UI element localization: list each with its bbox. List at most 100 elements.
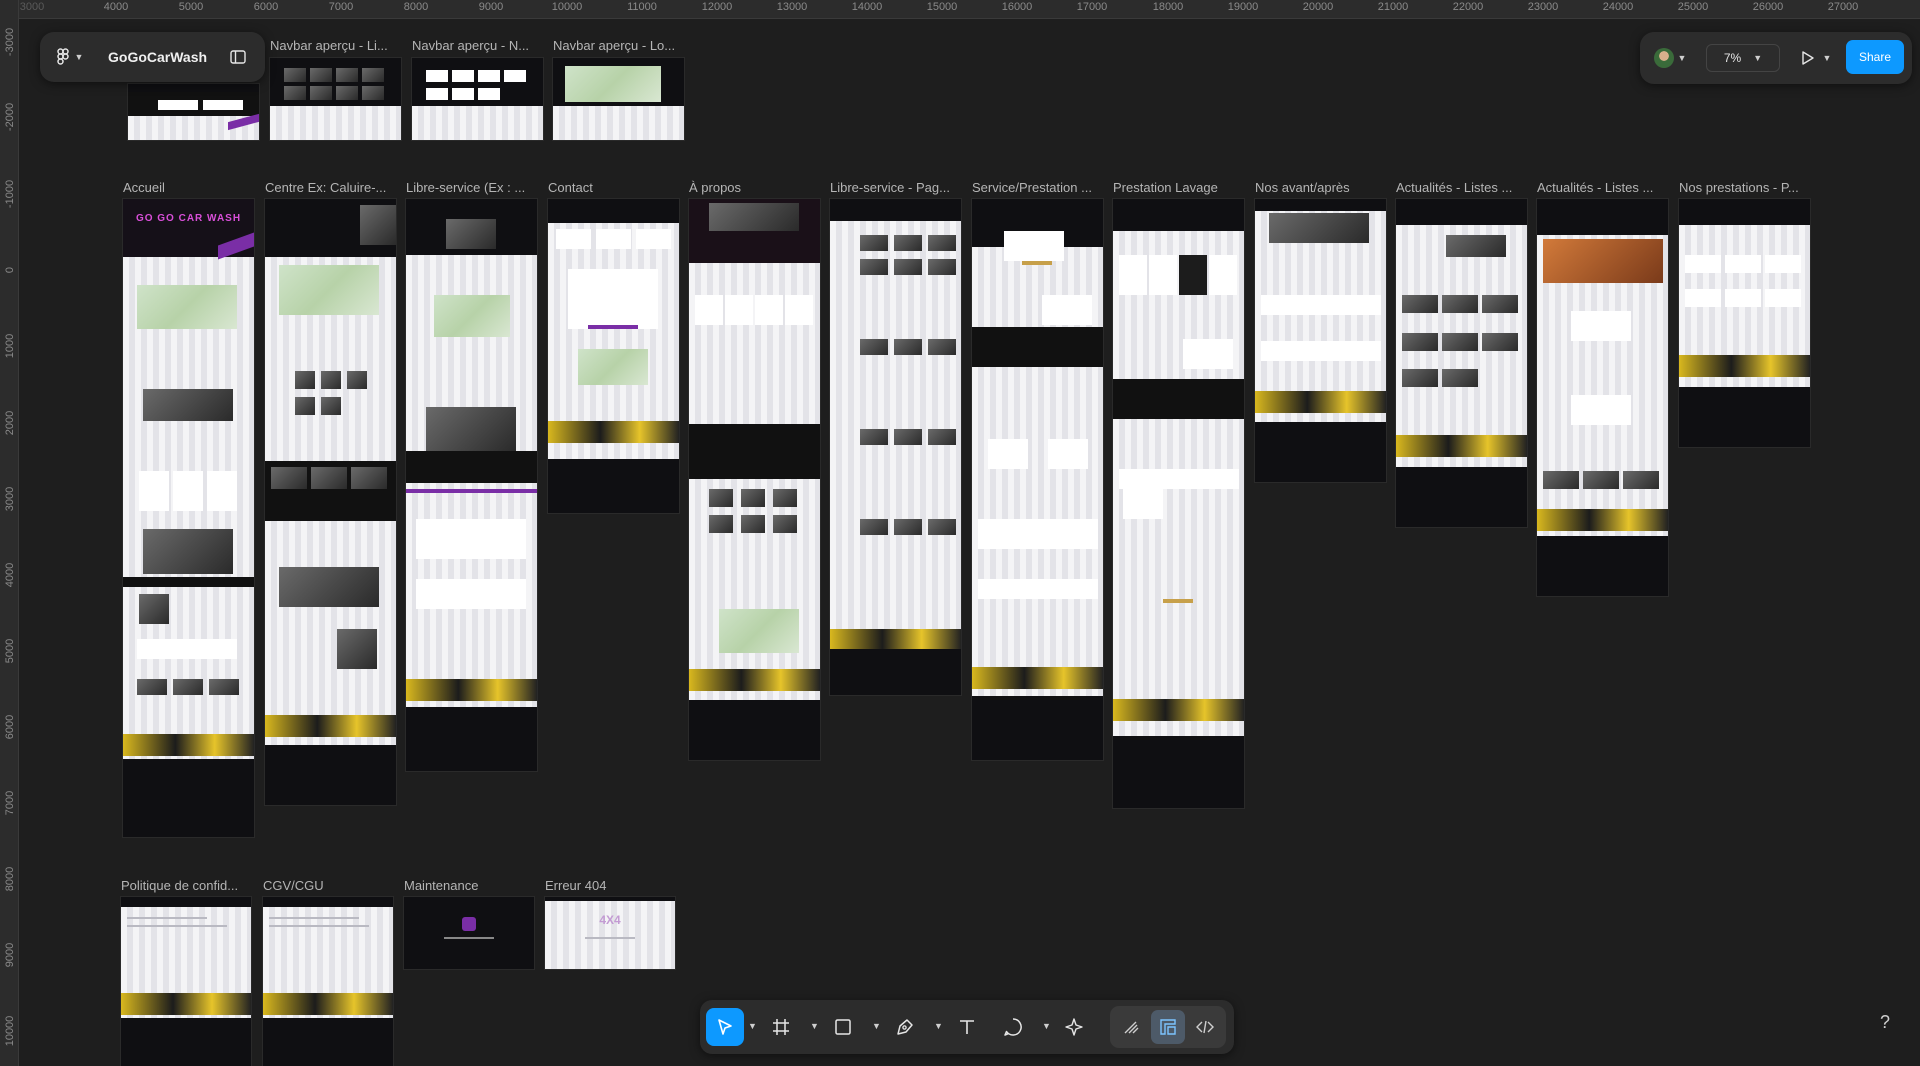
frame-label-nav3[interactable]: Navbar aperçu - Lo... xyxy=(553,38,693,53)
frame-label-accueil[interactable]: Accueil xyxy=(123,180,253,195)
ruler-label: 7000 xyxy=(328,1,354,13)
rectangle-icon xyxy=(835,1019,851,1035)
file-panel: ▼ GoGoCarWash xyxy=(40,32,265,82)
right-top-panel: ▼ 7% ▼ ▼ Share xyxy=(1640,32,1912,84)
frame-label-cgv[interactable]: CGV/CGU xyxy=(263,878,393,893)
frame-label-maintenance[interactable]: Maintenance xyxy=(404,878,534,893)
top-ruler: 3000 4000 5000 6000 7000 8000 9000 10000… xyxy=(0,0,1920,19)
chevron-down-icon: ▼ xyxy=(74,52,84,62)
ruler-label: 17000 xyxy=(1076,1,1108,13)
frame-maintenance[interactable] xyxy=(404,897,534,969)
ruler-label: 1000 xyxy=(4,333,16,359)
ruler-label: 5000 xyxy=(178,1,204,13)
ruler-label: 4000 xyxy=(103,1,129,13)
ruler-label: -3000 xyxy=(4,27,16,57)
frame-centre[interactable] xyxy=(265,199,396,805)
frame-label-actu1[interactable]: Actualités - Listes ... xyxy=(1396,180,1526,195)
frame-tool-button[interactable] xyxy=(762,1008,800,1046)
frame-accueil[interactable]: GO GO CAR WASH xyxy=(123,199,254,837)
frame-politique[interactable] xyxy=(121,897,251,1066)
frame-icon xyxy=(773,1019,789,1035)
ruler-label: 3000 xyxy=(19,1,45,13)
user-avatar-button[interactable]: ▼ xyxy=(1650,46,1690,70)
frame-label-nav1[interactable]: Navbar aperçu - Li... xyxy=(270,38,410,53)
move-tool-button[interactable] xyxy=(706,1008,744,1046)
frame-apropos[interactable] xyxy=(689,199,820,760)
frame-nos-prestations[interactable] xyxy=(1679,199,1810,447)
help-icon[interactable]: ? xyxy=(1880,1012,1890,1033)
ruler-label: 22000 xyxy=(1452,1,1484,13)
chevron-down-icon[interactable]: ▼ xyxy=(872,1021,881,1031)
ruler-label: 12000 xyxy=(701,1,733,13)
chevron-down-icon: ▼ xyxy=(1677,53,1687,63)
frame-navbar-preview-2[interactable] xyxy=(412,58,543,140)
ruler-label: 14000 xyxy=(851,1,883,13)
draw-mode-icon xyxy=(1124,1021,1139,1034)
ruler-label: 23000 xyxy=(1527,1,1559,13)
frame-label-politique[interactable]: Politique de confid... xyxy=(121,878,251,893)
frame-label-nav2[interactable]: Navbar aperçu - N... xyxy=(412,38,552,53)
frame-label-presta[interactable]: Nos prestations - P... xyxy=(1679,180,1809,195)
frame-libre-service-page[interactable] xyxy=(830,199,961,695)
share-button[interactable]: Share xyxy=(1846,40,1904,74)
zoom-control[interactable]: 7% ▼ xyxy=(1706,44,1780,72)
frame-cgv[interactable] xyxy=(263,897,393,1066)
design-mode-button[interactable] xyxy=(1151,1010,1185,1044)
frame-label-contact[interactable]: Contact xyxy=(548,180,678,195)
frame-label-erreur[interactable]: Erreur 404 xyxy=(545,878,675,893)
file-name[interactable]: GoGoCarWash xyxy=(108,49,207,65)
ruler-label: 6000 xyxy=(4,714,16,740)
ruler-label: 10000 xyxy=(4,1015,16,1047)
frame-label-avant[interactable]: Nos avant/après xyxy=(1255,180,1385,195)
frame-label-apropos[interactable]: À propos xyxy=(689,180,819,195)
toggle-sidebar-button[interactable] xyxy=(226,46,250,68)
frame-actualites-1[interactable] xyxy=(1396,199,1527,527)
zoom-value: 7% xyxy=(1723,51,1742,65)
ruler-label: 3000 xyxy=(4,486,16,512)
frame-label-lavage[interactable]: Prestation Lavage xyxy=(1113,180,1243,195)
ruler-label: -2000 xyxy=(4,102,16,132)
frame-contact[interactable] xyxy=(548,199,679,513)
frame-actualites-2[interactable] xyxy=(1537,199,1668,596)
ruler-label: 24000 xyxy=(1602,1,1634,13)
text-tool-button[interactable] xyxy=(948,1008,986,1046)
frame-prestation-lavage[interactable] xyxy=(1113,199,1244,808)
ruler-label: 8000 xyxy=(4,866,16,892)
main-menu-button[interactable]: ▼ xyxy=(52,46,88,68)
chevron-down-icon[interactable]: ▼ xyxy=(1042,1021,1051,1031)
chevron-down-icon[interactable]: ▼ xyxy=(810,1021,819,1031)
actions-icon xyxy=(1065,1018,1083,1036)
left-ruler: -3000 -2000 -1000 0 1000 2000 3000 4000 … xyxy=(0,0,19,1066)
frame-avant-apres[interactable] xyxy=(1255,199,1386,482)
frame-home-preview[interactable] xyxy=(128,84,259,140)
frame-label-libre[interactable]: Libre-service (Ex : ... xyxy=(406,180,536,195)
shape-tool-button[interactable] xyxy=(824,1008,862,1046)
chevron-down-icon[interactable]: ▼ xyxy=(748,1021,757,1031)
draw-mode-button[interactable] xyxy=(1114,1010,1148,1044)
frame-navbar-preview-3[interactable] xyxy=(553,58,684,140)
pen-tool-button[interactable] xyxy=(886,1008,924,1046)
frame-navbar-preview-1[interactable] xyxy=(270,58,401,140)
ruler-label: 18000 xyxy=(1152,1,1184,13)
frame-label-service[interactable]: Service/Prestation ... xyxy=(972,180,1102,195)
frame-label-centre[interactable]: Centre Ex: Caluire-... xyxy=(265,180,395,195)
ruler-label: 4000 xyxy=(4,562,16,588)
frame-label-actu2[interactable]: Actualités - Listes ... xyxy=(1537,180,1667,195)
frame-libre-service[interactable] xyxy=(406,199,537,771)
text-icon xyxy=(960,1020,974,1034)
dev-mode-icon xyxy=(1196,1020,1214,1034)
actions-tool-button[interactable] xyxy=(1056,1008,1094,1046)
frame-erreur-404[interactable]: 4X4 xyxy=(545,897,675,969)
dev-mode-button[interactable] xyxy=(1188,1010,1222,1044)
present-button[interactable]: ▼ xyxy=(1796,46,1836,70)
ruler-label: 20000 xyxy=(1302,1,1334,13)
mode-switcher xyxy=(1110,1006,1226,1048)
frame-service-prestation[interactable] xyxy=(972,199,1103,760)
comment-icon xyxy=(1004,1018,1022,1036)
ruler-label: 5000 xyxy=(4,638,16,664)
sidebar-icon xyxy=(230,50,246,64)
comment-tool-button[interactable] xyxy=(994,1008,1032,1046)
ruler-label: 0 xyxy=(4,266,16,274)
frame-label-libre-page[interactable]: Libre-service - Pag... xyxy=(830,180,960,195)
chevron-down-icon[interactable]: ▼ xyxy=(934,1021,943,1031)
